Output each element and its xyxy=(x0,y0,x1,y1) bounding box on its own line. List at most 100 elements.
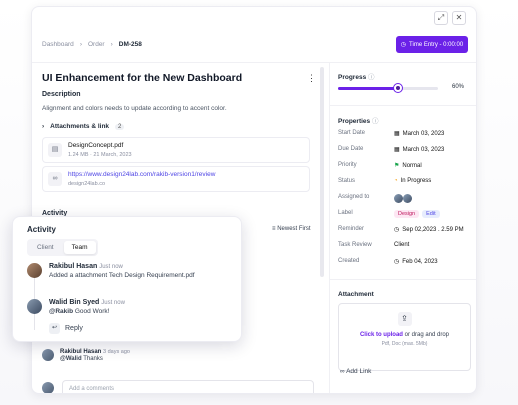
popup-activity-item: Rakibul Hasan Just now Added a attachmen… xyxy=(27,263,195,279)
chevron-right-icon: › xyxy=(42,123,45,130)
flag-icon: ⚑ xyxy=(394,163,400,169)
tab-team[interactable]: Team xyxy=(63,241,96,254)
avatar xyxy=(403,194,412,203)
reply-button[interactable]: ↩ Reply xyxy=(49,323,83,334)
breadcrumb-dashboard[interactable]: Dashboard xyxy=(42,41,74,48)
add-comment-input[interactable]: Add a comments xyxy=(62,380,314,393)
prop-value: Sep 02,2023 . 2.59 PM xyxy=(402,226,464,233)
description-heading: Description xyxy=(42,91,81,98)
comment-mention[interactable]: @Walid xyxy=(60,356,82,362)
chevron-right-icon: › xyxy=(79,41,82,48)
clock-icon: ◷ xyxy=(394,259,400,265)
reply-icon: ↩ xyxy=(49,323,60,334)
status-dot-icon: ◔ xyxy=(394,178,398,184)
upload-limits: Pdf, Doc (max. 5Mb) xyxy=(381,341,428,347)
prop-value: Client xyxy=(394,242,410,248)
properties-heading: Properties ⓘ xyxy=(338,115,378,125)
prop-key: Assigned to xyxy=(338,194,370,200)
file-meta: 1.24 MB · 21 March, 2023 xyxy=(68,152,132,158)
progress-slider[interactable] xyxy=(338,84,438,92)
close-icon[interactable]: ✕ xyxy=(452,11,466,25)
progress-fill xyxy=(338,87,398,90)
prop-label[interactable]: Label Design Edit xyxy=(338,210,473,218)
avatar xyxy=(27,263,42,278)
activity-time: Just now xyxy=(99,264,123,270)
prop-key: Reminder xyxy=(338,226,365,232)
progress-value: 60% xyxy=(452,84,465,90)
link-icon: ∞ xyxy=(340,368,345,375)
progress-handle[interactable] xyxy=(394,84,402,92)
calendar-icon: ▦ xyxy=(394,147,400,153)
avatar xyxy=(27,299,42,314)
reply-label: Reply xyxy=(65,325,83,332)
divider xyxy=(330,279,476,280)
activity-text: Good Work! xyxy=(74,308,110,315)
activity-author: Walid Bin Syed xyxy=(49,299,100,306)
clock-icon: ◷ xyxy=(400,42,407,48)
add-link-label: Add Link xyxy=(346,368,372,375)
document-icon: ▤ xyxy=(48,143,62,157)
chevron-right-icon: › xyxy=(110,41,113,48)
page: ⤢ ✕ Dashboard › Order › DM-258 ◷ Time En… xyxy=(0,0,518,405)
file-card-pdf[interactable]: ▤ DesignConcept.pdf 1.24 MB · 21 March, … xyxy=(42,137,310,163)
popup-tabs: Client Team xyxy=(27,239,98,256)
prop-start-date[interactable]: Start Date ▦ March 03, 2023 xyxy=(338,130,473,137)
scrollbar[interactable] xyxy=(320,67,324,277)
link-url[interactable]: https://www.design24lab.com/rakib-versio… xyxy=(68,171,215,178)
prop-value: Normal xyxy=(402,162,422,169)
prop-due-date[interactable]: Due Date ▦ March 03, 2023 xyxy=(338,146,473,153)
prop-key: Start Date xyxy=(338,130,366,136)
prop-key: Created xyxy=(338,258,360,264)
activity-author: Rakibul Hasan xyxy=(49,263,98,270)
breadcrumb-order[interactable]: Order xyxy=(88,41,105,48)
prop-created: Created ◷ Feb 04, 2023 xyxy=(338,258,473,265)
clock-icon: ◷ xyxy=(394,227,400,233)
progress-label: Progress xyxy=(338,74,367,81)
upload-link[interactable]: Click to upload xyxy=(360,332,403,338)
add-link-button[interactable]: ∞ Add Link xyxy=(340,368,371,375)
sort-label: Newest First xyxy=(277,226,311,232)
sort-button[interactable]: ≡ Newest First xyxy=(272,226,311,232)
divider xyxy=(330,105,476,106)
prop-value: March 03, 2023 xyxy=(402,130,445,137)
upload-hint: or drag and drop xyxy=(402,332,450,338)
attachments-label: Attachments & link xyxy=(50,123,110,130)
attachments-toggle[interactable]: › Attachments & link 2 xyxy=(42,123,125,130)
prop-task-review[interactable]: Task Review Client xyxy=(338,242,473,248)
expand-icon[interactable]: ⤢ xyxy=(434,11,448,25)
link-domain: design24lab.co xyxy=(68,181,106,187)
prop-key: Task Review xyxy=(338,242,372,248)
info-icon: ⓘ xyxy=(368,74,375,81)
prop-priority[interactable]: Priority ⚑ Normal xyxy=(338,162,473,169)
upload-dropzone[interactable]: ⇪ Click to upload or drag and drop Pdf, … xyxy=(338,303,471,371)
prop-value: March 03, 2023 xyxy=(402,146,445,153)
attachment-heading: Attachment xyxy=(338,291,374,298)
task-sidebar: Progress ⓘ 60% Properties ⓘ Start Date ▦… xyxy=(329,63,476,393)
tab-client[interactable]: Client xyxy=(29,241,62,254)
label-tag-edit[interactable]: Edit xyxy=(422,210,440,218)
prop-reminder[interactable]: Reminder ◷ Sep 02,2023 . 2.59 PM xyxy=(338,226,473,233)
prop-status[interactable]: Status ◔ In Progress xyxy=(338,178,473,184)
comment-text: Thanks xyxy=(83,356,103,362)
window-controls: ⤢ ✕ xyxy=(434,11,466,25)
calendar-icon: ▦ xyxy=(394,131,400,137)
prop-key: Priority xyxy=(338,162,357,168)
prop-assigned[interactable]: Assigned to xyxy=(338,194,473,203)
upload-icon: ⇪ xyxy=(397,312,412,326)
comment-time: 3 days ago xyxy=(103,349,130,355)
activity-popup: Activity Client Team Rakibul Hasan Just … xyxy=(12,216,242,342)
file-name: DesignConcept.pdf xyxy=(68,142,124,149)
activity-mention[interactable]: @Rakib xyxy=(49,308,73,315)
more-vertical-icon[interactable]: ⋮ xyxy=(307,73,316,84)
file-card-link[interactable]: ∞ https://www.design24lab.com/rakib-vers… xyxy=(42,166,310,192)
progress-heading: Progress ⓘ xyxy=(338,71,375,81)
popup-title: Activity xyxy=(27,225,56,234)
activity-text: Added a attachment Tech Design Requireme… xyxy=(49,272,195,279)
prop-key: Status xyxy=(338,178,356,184)
label-tag-design[interactable]: Design xyxy=(394,210,420,218)
sort-icon: ≡ xyxy=(272,226,276,232)
avatar xyxy=(394,194,403,203)
comment-author: Rakibul Hasan xyxy=(60,349,102,355)
prop-value: In Progress xyxy=(400,178,432,184)
time-entry-button[interactable]: ◷ Time Entry - 0:00:00 xyxy=(396,36,468,53)
